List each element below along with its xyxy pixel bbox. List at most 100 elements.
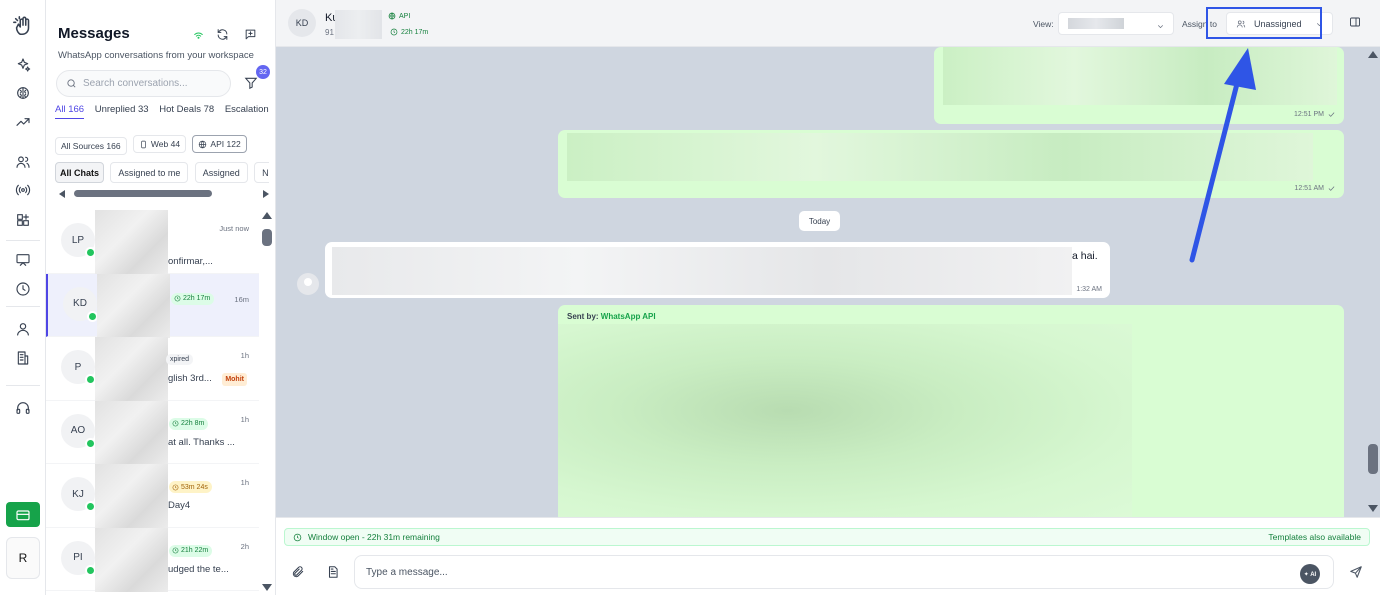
redacted-image (558, 324, 1132, 517)
scroll-up-arrow[interactable] (262, 212, 272, 219)
message-bubble-outgoing[interactable]: Sent by: WhatsApp API (558, 305, 1344, 525)
search-icon (67, 79, 76, 88)
scroll-thumb[interactable] (262, 229, 272, 246)
message-time: 1:32 AM (1076, 286, 1102, 293)
avatar: KJ (61, 477, 96, 512)
conversation-list-panel: Messages WhatsApp conversations from you… (46, 0, 276, 595)
redacted-contact (95, 400, 168, 465)
conversation-row[interactable]: KD 16m 22h 17m (46, 273, 259, 338)
avatar-initials: KJ (72, 488, 84, 500)
filters-scrollbar[interactable] (55, 188, 269, 200)
source-label: API (399, 12, 411, 20)
scroll-right-arrow[interactable] (263, 190, 269, 198)
screen-icon[interactable] (11, 248, 35, 272)
row-time: 2h (240, 541, 249, 551)
broadcast-icon[interactable] (11, 178, 35, 202)
timer-text: 53m 24s (181, 483, 208, 491)
ai-button[interactable]: ✦ AI (1300, 564, 1320, 584)
wifi-icon[interactable] (190, 26, 206, 42)
message-bubble-outgoing[interactable]: 12:51 AM (558, 130, 1344, 198)
redacted-contact (95, 527, 168, 592)
toggle-panel-button[interactable] (1349, 16, 1363, 30)
templates-link[interactable]: Templates also available (1268, 532, 1361, 542)
scroll-up-arrow[interactable] (1368, 51, 1378, 58)
conversation-row[interactable]: P 1h xpired glish 3rd... Mohit (46, 337, 259, 401)
billing-button[interactable] (6, 502, 40, 527)
time-text: 12:51 PM (1294, 111, 1324, 118)
attach-icon[interactable] (291, 565, 307, 581)
headset-icon[interactable] (11, 396, 35, 420)
redacted-contact (97, 273, 170, 338)
message-time: 12:51 PM (1294, 110, 1336, 119)
contact-avatar[interactable]: KD (288, 9, 316, 37)
users-icon[interactable] (11, 150, 35, 174)
conversation-row[interactable]: PI 2h 21h 22m udged the te... (46, 527, 259, 592)
brain-icon[interactable] (11, 81, 35, 105)
tab-label: Hot Deals (159, 104, 201, 115)
template-icon[interactable] (326, 565, 342, 581)
new-chat-icon[interactable] (242, 26, 258, 42)
chat-header: KD Ku 91 API 22h 17m View: Assign to Una… (276, 0, 1380, 47)
assignment-filters: All Chats Assigned to me Assigned Ne (55, 162, 269, 183)
time-text: 1:32 AM (1076, 286, 1102, 293)
scroll-thumb[interactable] (74, 190, 212, 197)
conversation-row[interactable]: LP Just now onfirmar,... (46, 210, 259, 274)
filter-assigned-to-me[interactable]: Assigned to me (110, 162, 189, 183)
redacted-view-value (1068, 18, 1124, 29)
filter-all-chats[interactable]: All Chats (55, 162, 105, 183)
sender-avatar (297, 273, 319, 295)
globe-icon (388, 12, 396, 20)
profile-label: R (18, 551, 28, 565)
chat-scrollbar[interactable] (1366, 47, 1380, 517)
chip-count: 122 (226, 139, 241, 149)
source-all[interactable]: All Sources 166 (55, 136, 127, 155)
source-web[interactable]: Web 44 (132, 135, 187, 153)
message-bubble-incoming[interactable]: a hai. 1:32 AM (325, 242, 1110, 298)
search-input[interactable] (83, 78, 223, 89)
timer-text: 22h 8m (181, 420, 205, 427)
tab-unreplied[interactable]: Unreplied 33 (95, 104, 149, 118)
conversation-rows: LP Just now onfirmar,... KD 16m 22h 17m … (46, 210, 259, 592)
send-button[interactable] (1349, 565, 1363, 582)
credit-card-icon (16, 509, 30, 520)
avatar: KD (63, 286, 98, 322)
clock-icon[interactable] (11, 277, 35, 301)
redacted-contact (95, 210, 168, 274)
tab-label: Escalation (224, 104, 269, 115)
refresh-icon[interactable] (214, 26, 230, 42)
scroll-down-arrow[interactable] (1368, 505, 1378, 512)
source-api[interactable]: API 122 (192, 135, 247, 153)
view-select[interactable] (1058, 12, 1174, 35)
message-bubble-outgoing[interactable]: 12:51 PM (934, 47, 1344, 124)
tab-escalation[interactable]: Escalation (225, 104, 269, 118)
row-preview: Day4 (168, 500, 191, 511)
scroll-thumb[interactable] (1368, 444, 1378, 474)
check-icon (1328, 186, 1335, 191)
filter-assigned[interactable]: Assigned (194, 162, 248, 183)
assign-highlight-box (1206, 7, 1322, 39)
tab-label: Unreplied (94, 104, 136, 115)
trending-icon[interactable] (11, 110, 35, 134)
conversation-row[interactable]: KJ 1h 53m 24s Day4 (46, 464, 259, 528)
clock-icon (390, 28, 398, 36)
scroll-down-arrow[interactable] (262, 584, 272, 591)
chip-count: 44 (170, 139, 181, 149)
filter-next[interactable]: Ne (254, 162, 269, 183)
conversation-row[interactable]: AO 1h 22h 8m at all. Thanks ... (46, 400, 259, 465)
scroll-left-arrow[interactable] (59, 190, 65, 198)
list-scrollbar[interactable] (260, 212, 274, 595)
widgets-icon[interactable] (11, 208, 35, 232)
person-icon[interactable] (11, 317, 35, 341)
message-input[interactable] (366, 566, 1266, 578)
timer-text: 21h 22m (181, 547, 209, 554)
tab-hot-deals[interactable]: Hot Deals 78 (159, 104, 214, 118)
row-time: 1h (240, 414, 249, 424)
building-icon[interactable] (11, 346, 35, 370)
profile-image[interactable]: R (6, 537, 40, 579)
sparkles-icon[interactable] (11, 53, 35, 77)
logo-icon[interactable] (11, 14, 35, 38)
filter-button[interactable]: 32 (244, 65, 270, 92)
avatar: P (61, 350, 96, 385)
avatar-initials: PI (73, 552, 83, 563)
tab-all[interactable]: All 166 (55, 104, 85, 119)
